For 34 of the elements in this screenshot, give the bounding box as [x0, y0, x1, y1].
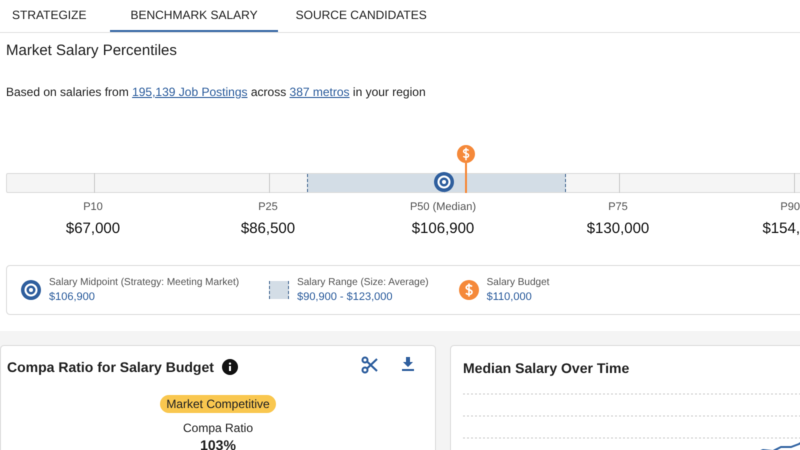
card-title: Compa Ratio for Salary Budget — [7, 359, 214, 375]
metric-label: Compa Ratio — [182, 421, 254, 435]
percentile-label: P75 — [608, 201, 628, 213]
percentile-value: $154, — [762, 220, 800, 237]
legend-label: Salary Range (Size: Average) — [297, 277, 429, 288]
legend-value: $106,900 — [49, 291, 96, 303]
percentile-value: $67,000 — [66, 220, 120, 237]
card-title: Median Salary Over Time — [463, 360, 630, 376]
download-icon[interactable] — [401, 356, 415, 372]
tab[interactable]: SOURCE CANDIDATES — [284, 0, 445, 32]
percentile-label: P25 — [258, 201, 278, 213]
section-title: Market Salary Percentiles — [6, 42, 178, 59]
percentile-label: P10 — [83, 201, 103, 213]
job-postings-link[interactable]: 195,139 Job Postings — [132, 85, 248, 99]
legend-label: Salary Budget — [486, 277, 550, 288]
percentile-value: $86,500 — [240, 220, 296, 237]
percentile-label: P50 (Median) — [410, 201, 476, 213]
status-badge: Market Competitive — [160, 395, 276, 413]
info-icon[interactable] — [222, 359, 238, 375]
percentile-value: $106,900 — [412, 220, 474, 237]
source-note: Based on salaries from 195,139 Job Postings across 387 metros in your region — [6, 85, 427, 99]
percentile-value: $130,000 — [586, 220, 650, 237]
metros-link[interactable]: 387 metros — [290, 85, 350, 99]
percentile-label: P90 — [780, 201, 800, 213]
scissors-icon[interactable] — [361, 356, 379, 374]
dollar-icon — [458, 280, 479, 300]
tab[interactable]: BENCHMARK SALARY — [110, 0, 278, 32]
legend-label: Salary Midpoint (Strategy: Meeting Market) — [49, 277, 240, 288]
legend-value: $90,900 - $123,000 — [297, 291, 394, 303]
range-swatch — [269, 281, 290, 299]
metric-value: 103% — [199, 437, 237, 450]
target-icon — [21, 280, 41, 300]
tab[interactable]: STRATEGIZE — [0, 0, 104, 32]
legend-value: $110,000 — [486, 291, 533, 303]
